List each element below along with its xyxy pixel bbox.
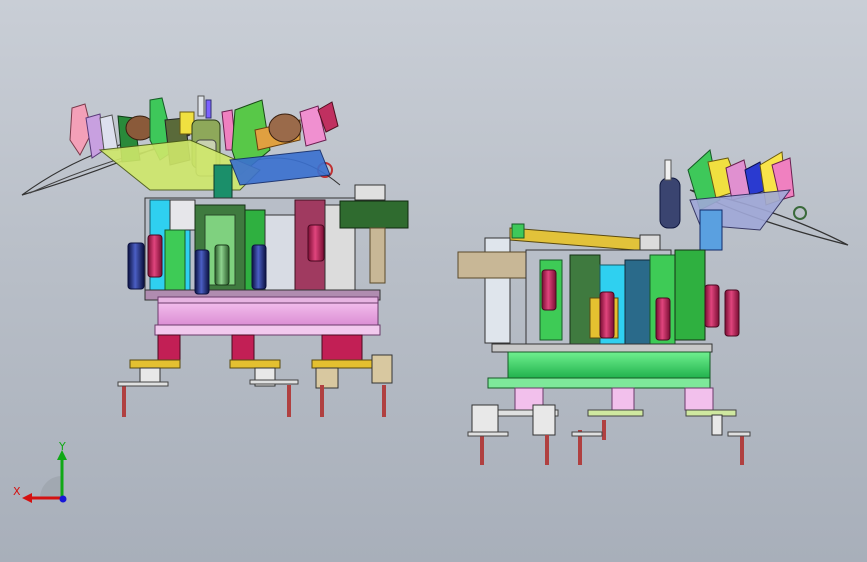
cad-viewport[interactable] bbox=[0, 0, 867, 562]
left-legs bbox=[117, 334, 393, 417]
right-gripper-cluster bbox=[659, 149, 795, 251]
left-gripper-cluster bbox=[69, 95, 339, 206]
triad-z-dot-icon bbox=[59, 495, 67, 503]
left-fixture-assembly[interactable] bbox=[21, 95, 409, 417]
right-ring bbox=[793, 206, 807, 220]
left-body bbox=[144, 184, 409, 301]
triad-x-arrow-icon bbox=[22, 493, 32, 503]
right-base-plate bbox=[491, 343, 713, 353]
coordinate-triad: Y X bbox=[13, 440, 67, 503]
triad-y-label: Y bbox=[58, 440, 66, 453]
right-legs bbox=[467, 387, 751, 465]
triad-x-label: X bbox=[13, 485, 21, 498]
triad-quarter-disc bbox=[40, 476, 62, 498]
right-rail bbox=[509, 227, 661, 253]
right-fixture-assembly[interactable] bbox=[457, 149, 849, 465]
